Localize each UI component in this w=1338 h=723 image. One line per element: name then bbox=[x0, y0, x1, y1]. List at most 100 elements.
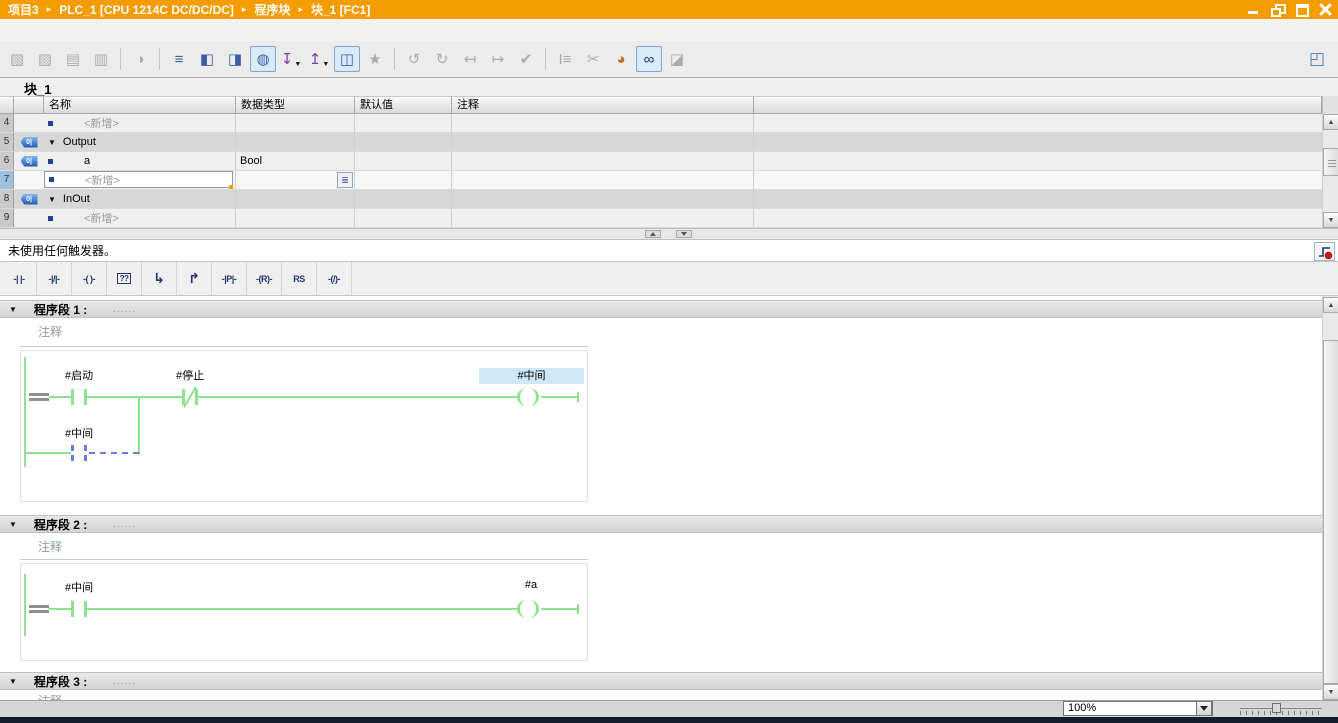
name-cell[interactable]: <新增> bbox=[44, 209, 236, 227]
expand-all-networks-icon[interactable]: ≡ bbox=[166, 46, 192, 72]
reset-coil-button[interactable]: -(R)- bbox=[247, 262, 282, 295]
scroll-up-icon[interactable]: ▲ bbox=[1323, 297, 1338, 313]
comment-cell[interactable] bbox=[452, 171, 754, 189]
close-branch-button[interactable]: ↱ bbox=[177, 262, 212, 295]
network-comments-toggle-icon[interactable]: ◍ bbox=[250, 46, 276, 72]
monitoring-toggle-icon[interactable]: ∞ bbox=[636, 46, 662, 72]
rs-flipflop-button[interactable]: RS bbox=[282, 262, 317, 295]
operand-label[interactable]: #a bbox=[516, 579, 546, 591]
write-start-values-icon[interactable]: ↦ bbox=[485, 46, 511, 72]
collapse-arrow-icon[interactable]: ▼ bbox=[9, 520, 17, 529]
variable-name[interactable]: a bbox=[84, 155, 90, 167]
network-1-canvas[interactable]: #启动 #停止 #中间 #中间 bbox=[20, 350, 588, 502]
name-cell[interactable]: <新增> bbox=[44, 114, 236, 132]
insert-row-after-icon[interactable]: ▤ bbox=[60, 46, 86, 72]
dropdown-arrow-icon[interactable]: ▼ bbox=[322, 61, 329, 68]
nc-contact-button[interactable]: -|/|- bbox=[37, 262, 72, 295]
comment-cell[interactable] bbox=[452, 114, 754, 132]
name-cell[interactable]: a bbox=[44, 152, 236, 170]
edit-resize-handle[interactable] bbox=[229, 185, 233, 189]
table-row[interactable]: 7 <新增> ≣ bbox=[0, 171, 1322, 190]
comment-cell[interactable] bbox=[452, 190, 754, 208]
datatype-cell[interactable] bbox=[236, 133, 355, 151]
keep-actual-values-icon[interactable]: ◑ bbox=[127, 46, 153, 72]
network-2-header[interactable]: ▼ 程序段 2 : ...... bbox=[0, 515, 1322, 533]
dropdown-arrow-icon[interactable]: ▼ bbox=[294, 61, 301, 68]
table-scrollbar[interactable]: ▲ ▼ bbox=[1322, 114, 1338, 228]
open-branch-button[interactable]: ↳ bbox=[142, 262, 177, 295]
splitter-collapse-up-button[interactable] bbox=[645, 230, 661, 238]
empty-box-button[interactable]: ?? bbox=[107, 262, 142, 295]
expander-icon[interactable]: ▼ bbox=[48, 138, 56, 147]
collapse-arrow-icon[interactable]: ▼ bbox=[9, 305, 17, 314]
table-row[interactable]: 80|▼InOut bbox=[0, 190, 1322, 209]
load-snapshot-icon[interactable]: ↤ bbox=[457, 46, 483, 72]
minimize-button[interactable] bbox=[1247, 3, 1260, 16]
maximize-button[interactable] bbox=[1295, 3, 1308, 16]
no-contact-button[interactable]: -| |- bbox=[2, 262, 37, 295]
datatype-cell[interactable] bbox=[236, 114, 355, 132]
operand-label[interactable]: #中间 bbox=[65, 579, 93, 595]
no-contact[interactable] bbox=[71, 389, 74, 405]
scroll-down-icon[interactable]: ▼ bbox=[1323, 212, 1338, 228]
editor-scrollbar[interactable]: ▲ ▼ bbox=[1322, 296, 1338, 700]
default-value-cell[interactable] bbox=[355, 209, 452, 227]
comment-cell[interactable] bbox=[452, 152, 754, 170]
call-structure-icon[interactable]: ◕ bbox=[608, 46, 634, 72]
no-contact[interactable] bbox=[71, 601, 74, 617]
coil[interactable] bbox=[517, 388, 527, 406]
breadcrumb-plc[interactable]: PLC_1 [CPU 1214C DC/DC/DC] bbox=[59, 3, 234, 17]
free-comments-toggle-icon[interactable]: ◫ bbox=[334, 46, 360, 72]
close-all-networks-icon[interactable]: ◨ bbox=[222, 46, 248, 72]
row-number[interactable]: 4 bbox=[0, 114, 14, 132]
splitter-collapse-down-button[interactable] bbox=[676, 230, 692, 238]
default-value-cell[interactable] bbox=[355, 133, 452, 151]
variable-name[interactable]: <新增> bbox=[84, 210, 119, 226]
scroll-down-icon[interactable]: ▼ bbox=[1323, 684, 1338, 700]
upload-icon[interactable]: ↥▼ bbox=[306, 46, 332, 72]
datatype-cell[interactable] bbox=[236, 190, 355, 208]
p-contact-button[interactable]: -|P|- bbox=[212, 262, 247, 295]
favorites-icon[interactable]: ★ bbox=[362, 46, 388, 72]
row-number[interactable]: 9 bbox=[0, 209, 14, 227]
zoom-slider-thumb[interactable] bbox=[1272, 703, 1281, 713]
restore-button[interactable] bbox=[1271, 3, 1284, 16]
coil[interactable] bbox=[529, 600, 539, 618]
header-datatype[interactable]: 数据类型 bbox=[236, 96, 355, 114]
comment-cell[interactable] bbox=[452, 209, 754, 227]
network-2-comment-dots[interactable]: ...... bbox=[113, 519, 136, 530]
compile-icon[interactable]: ✔ bbox=[513, 46, 539, 72]
coil[interactable] bbox=[517, 600, 527, 618]
close-button[interactable] bbox=[1319, 3, 1332, 16]
name-edit-box[interactable]: <新增> bbox=[44, 171, 233, 188]
expander-icon[interactable]: ▼ bbox=[48, 195, 56, 204]
row-number[interactable]: 5 bbox=[0, 133, 14, 151]
coil[interactable] bbox=[529, 388, 539, 406]
editing-contact[interactable] bbox=[84, 445, 87, 461]
default-value-cell[interactable] bbox=[355, 152, 452, 170]
datatype-cell[interactable]: Bool bbox=[236, 152, 355, 170]
zoom-dropdown-icon[interactable] bbox=[1196, 701, 1212, 716]
datatype-dropdown-button[interactable]: ≣ bbox=[337, 172, 353, 188]
table-row[interactable]: 9 <新增> bbox=[0, 209, 1322, 228]
table-row[interactable]: 4 <新增> bbox=[0, 114, 1322, 133]
collapse-arrow-icon[interactable]: ▼ bbox=[9, 677, 17, 686]
network-1-comment[interactable]: 注释 bbox=[38, 323, 62, 340]
absolute-operands-icon[interactable]: I≡ bbox=[552, 46, 578, 72]
variable-name[interactable]: <新增> bbox=[84, 115, 119, 131]
datatype-cell[interactable]: ≣ bbox=[236, 171, 355, 189]
redo-status-icon[interactable]: ↻ bbox=[429, 46, 455, 72]
row-number[interactable]: 7 bbox=[0, 171, 14, 189]
operand-label[interactable]: #中间 bbox=[65, 425, 93, 441]
comment-cell[interactable] bbox=[452, 133, 754, 151]
negated-coil-button[interactable]: -(/)- bbox=[317, 262, 352, 295]
name-cell[interactable]: ▼InOut bbox=[44, 190, 236, 208]
variable-name[interactable]: <新增> bbox=[85, 172, 120, 188]
trigger-settings-button[interactable] bbox=[1314, 242, 1335, 261]
network-3-comment-dots[interactable]: ...... bbox=[113, 676, 136, 687]
network-3-header[interactable]: ▼ 程序段 3 : ...... bbox=[0, 672, 1322, 690]
default-value-cell[interactable] bbox=[355, 171, 452, 189]
breadcrumb-block[interactable]: 块_1 [FC1] bbox=[311, 1, 370, 18]
editor-scrollbar-thumb[interactable] bbox=[1323, 340, 1338, 684]
network-3-comment[interactable]: 注释 bbox=[38, 692, 62, 700]
